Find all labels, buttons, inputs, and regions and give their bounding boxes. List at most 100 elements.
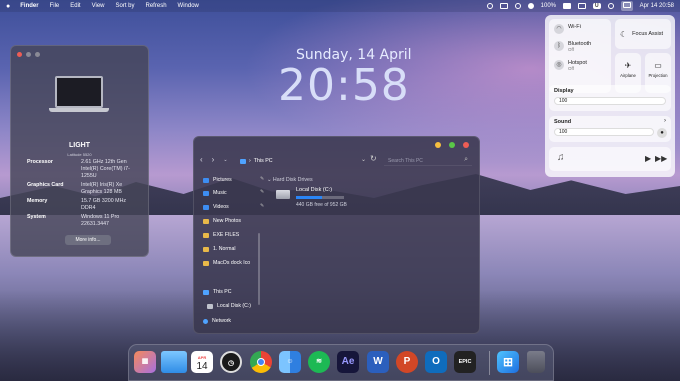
spec-key: Memory bbox=[27, 198, 48, 204]
wifi-label: Wi-Fi bbox=[568, 24, 581, 30]
sidebar-item-label: MacOs dock Ico bbox=[213, 260, 251, 266]
wifi-icon[interactable] bbox=[514, 3, 521, 9]
maximize-button[interactable] bbox=[35, 52, 40, 57]
more-info-button[interactable]: More info... bbox=[65, 235, 111, 245]
wifi-toggle[interactable]: ◠ Wi-Fi bbox=[554, 24, 581, 34]
spotlight-icon[interactable] bbox=[486, 3, 493, 9]
about-window: LIGHT Latitude 5520 Processor 2.61 GHz 1… bbox=[10, 45, 149, 257]
hotspot-status: Off bbox=[568, 66, 574, 71]
display-slider[interactable]: 100 bbox=[554, 97, 666, 105]
recent-chevron-icon[interactable]: ⌄ bbox=[223, 155, 227, 166]
sidebar-item-normal[interactable]: 1. Normal bbox=[203, 246, 236, 252]
display-value: 100 bbox=[559, 98, 568, 104]
display-label: Display bbox=[554, 88, 574, 94]
menu-edit[interactable]: Edit bbox=[70, 3, 80, 9]
forward-icon[interactable]: › bbox=[212, 155, 215, 166]
bluetooth-icon: ᛒ bbox=[554, 41, 564, 51]
address-path: This PC bbox=[253, 158, 273, 164]
minimize-button[interactable] bbox=[26, 52, 31, 57]
pin-icon[interactable]: ✎ bbox=[260, 189, 264, 195]
hotspot-text: Hotspot Off bbox=[568, 60, 587, 72]
calendar-day: 14 bbox=[196, 361, 208, 372]
after-effects-icon[interactable]: Ae bbox=[337, 351, 359, 373]
bluetooth-toggle[interactable]: ᛒ Bluetooth Off bbox=[554, 41, 591, 53]
folder-app-icon[interactable] bbox=[161, 351, 187, 373]
apple-icon[interactable]: ● bbox=[6, 3, 10, 10]
search-input[interactable]: Search This PC ⌕ bbox=[384, 155, 472, 166]
menu-finder[interactable]: Finder bbox=[20, 3, 38, 9]
device-name: LIGHT bbox=[69, 142, 90, 149]
sidebar-item-network[interactable]: Network bbox=[203, 318, 231, 324]
videos-folder-icon bbox=[203, 204, 209, 210]
pin-icon[interactable]: ✎ bbox=[260, 203, 264, 209]
projection-icon: ▭ bbox=[654, 61, 662, 70]
sidebar-item-music[interactable]: Music bbox=[203, 190, 227, 196]
windows-icon[interactable]: ⊞ bbox=[497, 351, 519, 373]
spec-key: Processor bbox=[27, 159, 53, 165]
about-window-controls bbox=[17, 52, 40, 57]
sidebar-item-macos-dock[interactable]: MacOs dock Ico bbox=[203, 260, 250, 266]
menu-sort-by[interactable]: Sort by bbox=[116, 3, 135, 9]
close-button[interactable] bbox=[17, 52, 22, 57]
maximize-button[interactable] bbox=[449, 142, 455, 148]
address-dropdown-icon[interactable]: ⌄ bbox=[361, 156, 366, 163]
user-badge-icon[interactable]: U bbox=[593, 3, 601, 9]
spec-value: Intel(R) Iris(R) Xe Graphics 128 MB bbox=[81, 182, 123, 195]
menu-refresh[interactable]: Refresh bbox=[146, 3, 167, 9]
outlook-icon[interactable]: O bbox=[425, 351, 447, 373]
clock-icon[interactable]: ◷ bbox=[220, 351, 242, 373]
chrome-icon[interactable] bbox=[250, 351, 272, 373]
siri-icon[interactable] bbox=[607, 3, 614, 9]
sidebar-item-label: This PC bbox=[213, 289, 232, 295]
menu-clock[interactable]: Apr 14 20:58 bbox=[640, 3, 674, 9]
spotify-icon[interactable]: ≋ bbox=[308, 351, 330, 373]
volume-icon[interactable] bbox=[527, 3, 534, 9]
play-icon[interactable]: ▶ bbox=[645, 154, 651, 163]
spec-system: System Windows 11 Pro 22631.3447 bbox=[27, 214, 141, 228]
hard-drive-icon bbox=[276, 190, 290, 199]
moon-icon: ☾ bbox=[620, 29, 628, 39]
spec-value: Windows 11 Pro 22631.3447 bbox=[81, 214, 120, 227]
finder-icon[interactable]: ☺ bbox=[279, 351, 301, 373]
pictures-folder-icon bbox=[203, 177, 209, 183]
sidebar-item-pictures[interactable]: Pictures bbox=[203, 177, 232, 183]
menu-bar: ● Finder File Edit View Sort by Refresh … bbox=[0, 0, 680, 12]
launchpad-icon[interactable]: ▦ bbox=[134, 351, 156, 373]
disk-usage-bar bbox=[296, 196, 344, 199]
menu-file[interactable]: File bbox=[50, 3, 60, 9]
minimize-button[interactable] bbox=[435, 142, 441, 148]
keyboard-icon[interactable] bbox=[578, 3, 587, 9]
focus-assist-tile[interactable]: ☾ Focus Assist bbox=[615, 19, 671, 49]
sidebar-item-exe-files[interactable]: EXE FILES bbox=[203, 232, 239, 238]
hotspot-toggle[interactable]: ◎ Hotspot Off bbox=[554, 60, 587, 72]
next-track-icon[interactable]: ▶▶ bbox=[655, 154, 667, 163]
trash-icon[interactable] bbox=[527, 351, 545, 373]
address-bar[interactable]: › This PC bbox=[240, 156, 358, 166]
refresh-icon[interactable]: ↻ bbox=[370, 154, 377, 163]
bluetooth-text: Bluetooth Off bbox=[568, 41, 591, 53]
sidebar-item-local-disk[interactable]: Local Disk (C:) bbox=[207, 303, 251, 309]
hard-disk-drives-header[interactable]: ⌄ Hard Disk Drives bbox=[267, 177, 313, 183]
microphone-icon[interactable]: ● bbox=[657, 128, 667, 138]
sound-slider[interactable]: 100 bbox=[554, 128, 654, 136]
control-center-icon[interactable] bbox=[620, 1, 633, 11]
display-icon[interactable] bbox=[499, 3, 508, 9]
sound-chevron-icon[interactable]: › bbox=[664, 118, 666, 124]
sidebar-scrollbar[interactable] bbox=[258, 233, 260, 305]
sidebar-item-videos[interactable]: Videos bbox=[203, 204, 229, 210]
close-button[interactable] bbox=[463, 142, 469, 148]
battery-icon[interactable] bbox=[563, 3, 572, 9]
sidebar-item-new-photos[interactable]: New Photos bbox=[203, 218, 241, 224]
epic-games-icon[interactable]: EPIC bbox=[454, 351, 476, 373]
network-icon bbox=[203, 318, 208, 324]
menu-view[interactable]: View bbox=[92, 3, 105, 9]
calendar-icon[interactable]: APR 14 bbox=[191, 351, 213, 373]
powerpoint-icon[interactable]: P bbox=[396, 351, 418, 373]
sidebar-item-this-pc[interactable]: This PC bbox=[203, 289, 231, 295]
search-placeholder: Search This PC bbox=[388, 158, 423, 164]
back-icon[interactable]: ‹ bbox=[200, 155, 203, 166]
menu-bar-status: 100% U Apr 14 20:58 bbox=[486, 1, 674, 11]
pin-icon[interactable]: ✎ bbox=[260, 176, 264, 182]
word-icon[interactable]: W bbox=[367, 351, 389, 373]
menu-window[interactable]: Window bbox=[178, 3, 199, 9]
